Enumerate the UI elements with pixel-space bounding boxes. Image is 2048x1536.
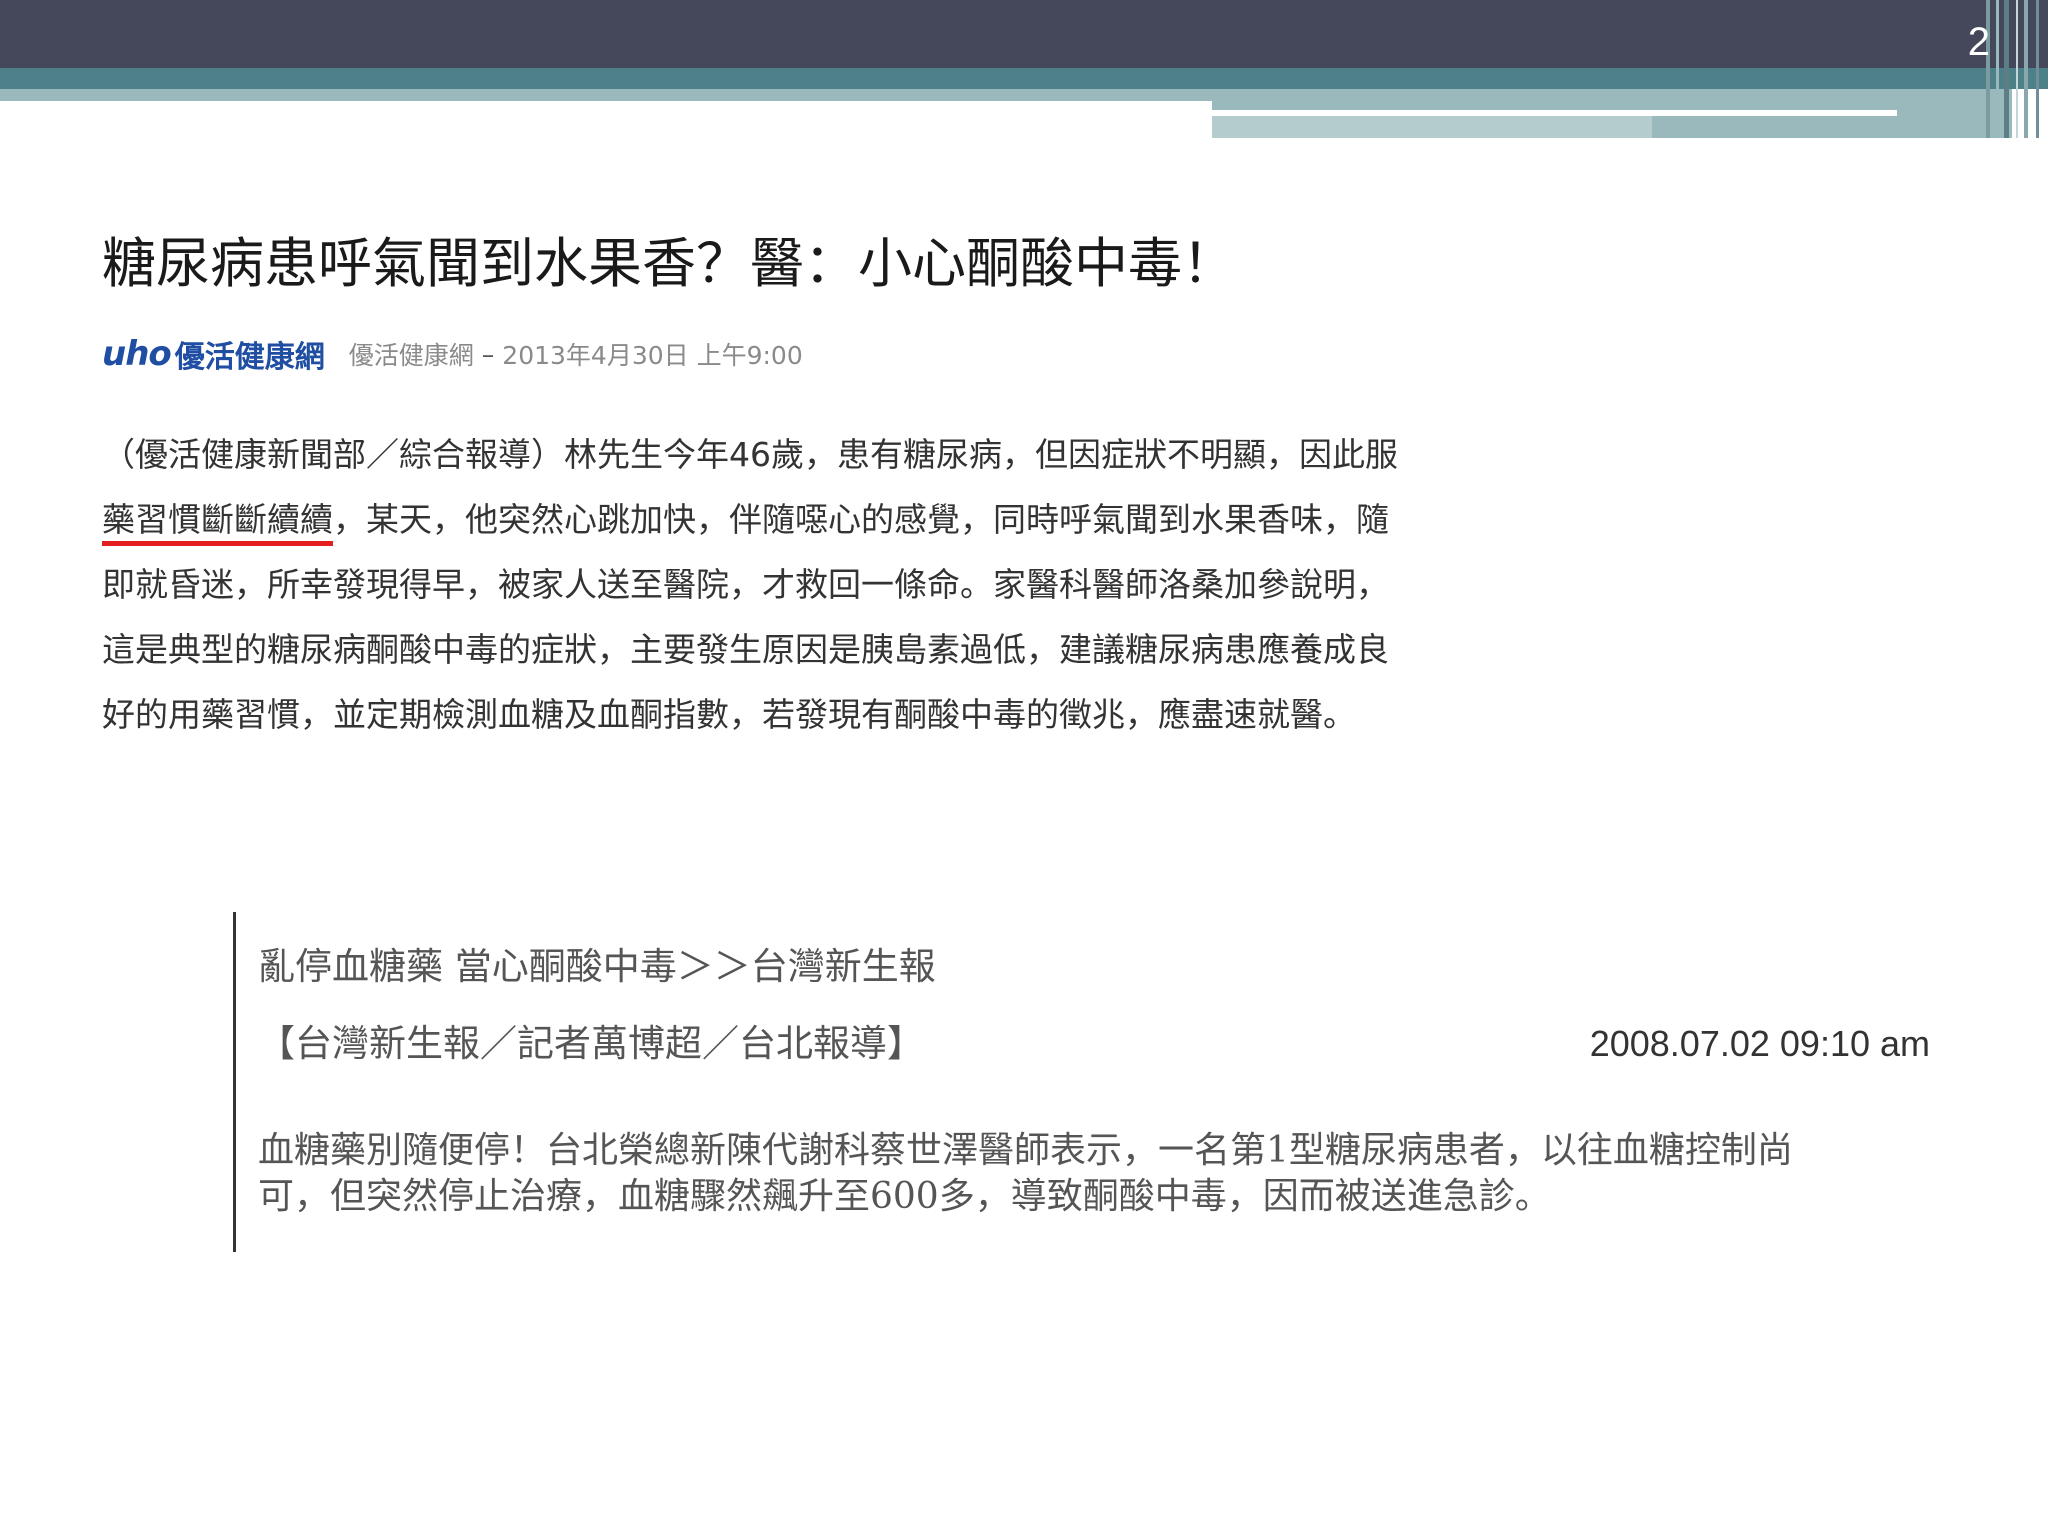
- quote-reporter-line: 【台灣新生報／記者萬博超／台北報導】: [258, 1022, 924, 1065]
- article-body-line: 這是典型的糖尿病酮酸中毒的症狀，主要發生原因是胰島素過低，建議糖尿病患應養成良: [102, 630, 1389, 669]
- logo-text: 優活健康網: [174, 340, 325, 375]
- slide-header-stripe: [2016, 0, 2018, 138]
- byline-source: 優活健康網: [348, 341, 474, 370]
- byline-date: 2013年4月30日 上午9:00: [502, 341, 803, 370]
- article-byline: uho 優活健康網 優活健康網 – 2013年4月30日 上午9:00: [102, 332, 803, 376]
- highlighted-phrase: 藥習慣斷斷續續: [102, 500, 333, 546]
- slide-header-accent-block-inner: [1212, 116, 1652, 138]
- article-body-line: 藥習慣斷斷續續，某天，他突然心跳加快，伴隨噁心的感覺，同時呼氣聞到水果香味，隨: [102, 487, 1502, 552]
- slide-header-stripe: [2004, 0, 2009, 138]
- slide-header-stripe: [1996, 0, 1999, 138]
- slide-header-light-bar: [0, 89, 1212, 101]
- article-body-line: （優活健康新聞部／綜合報導）林先生今年46歲，患有糖尿病，但因症狀不明顯，因此服: [102, 435, 1398, 474]
- quote-vertical-rule: [233, 912, 236, 1252]
- logo-mark: uho: [102, 334, 172, 374]
- article-body: （優活健康新聞部／綜合報導）林先生今年46歲，患有糖尿病，但因症狀不明顯，因此服…: [102, 422, 1502, 747]
- slide-header-band: [0, 0, 2048, 68]
- quote-article-title: 亂停血糖藥 當心酮酸中毒＞＞台灣新生報: [258, 945, 936, 988]
- quote-body-line: 血糖藥別隨便停！台北榮總新陳代謝科蔡世澤醫師表示，一名第1型糖尿病患者，以往血糖…: [258, 1130, 1793, 1171]
- slide-header-stripe: [2036, 0, 2039, 138]
- byline-separator: –: [481, 339, 495, 369]
- quote-timestamp: 2008.07.02 09:10 am: [1589, 1023, 1930, 1064]
- uho-logo: uho 優活健康網: [102, 332, 325, 376]
- quote-body-line: 可，但突然停止治療，血糖驟然飆升至600多，導致酮酸中毒，因而被送進急診。: [258, 1176, 1551, 1217]
- article-title: 糖尿病患呼氣聞到水果香？醫：小心酮酸中毒！: [102, 232, 1236, 295]
- slide-header-stripe: [2024, 0, 2028, 138]
- slide-header-teal-bar: [0, 68, 2048, 89]
- quote-article-body: 血糖藥別隨便停！台北榮總新陳代謝科蔡世澤醫師表示，一名第1型糖尿病患者，以往血糖…: [258, 1128, 1958, 1220]
- article-body-line: 好的用藥習慣，並定期檢測血糖及血酮指數，若發現有酮酸中毒的徵兆，應盡速就醫。: [102, 695, 1356, 734]
- article-body-text: ，某天，他突然心跳加快，伴隨噁心的感覺，同時呼氣聞到水果香味，隨: [333, 500, 1389, 539]
- article-body-line: 即就昏迷，所幸發現得早，被家人送至醫院，才救回一條命。家醫科醫師洛桑加參說明，: [102, 565, 1389, 604]
- slide-number: 2: [1967, 20, 1990, 64]
